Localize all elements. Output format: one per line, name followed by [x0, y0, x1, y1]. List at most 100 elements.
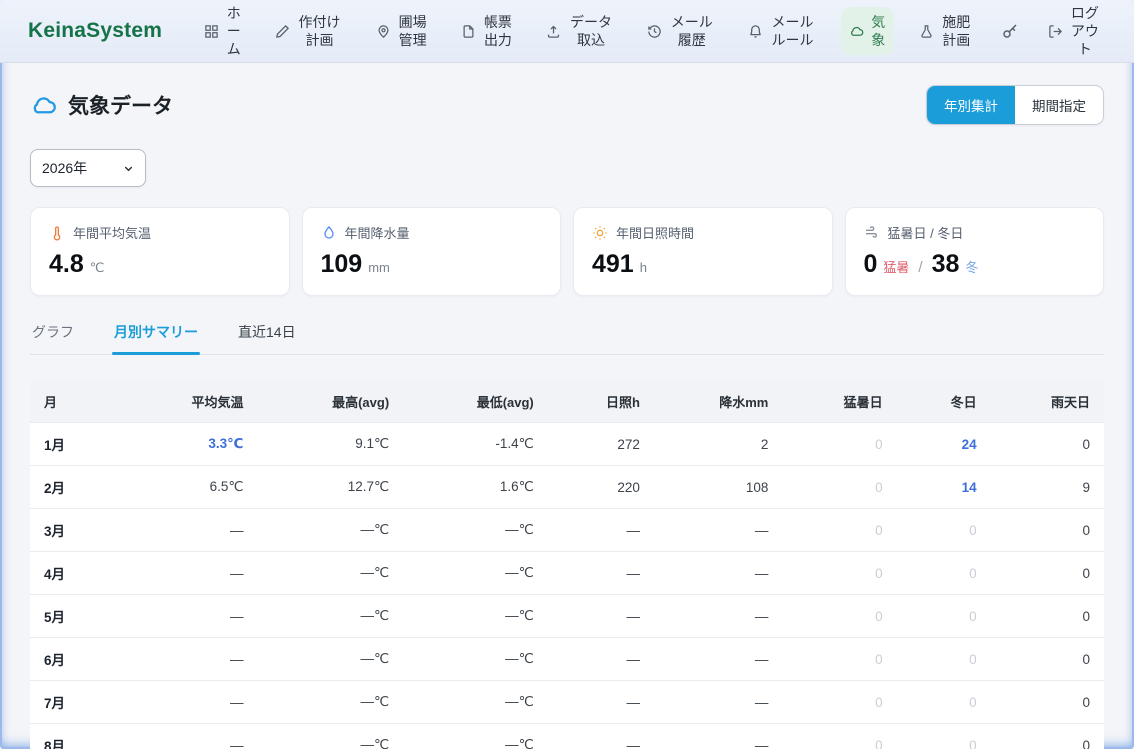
cell-rainy_days: 0 — [991, 681, 1104, 724]
nav-label: ログアウト — [1070, 4, 1100, 59]
card-value-row: 0 猛暑 / 38 冬 — [864, 250, 1086, 279]
cell-min_avg: —℃ — [403, 552, 548, 595]
navbar: KeinaSystem ホーム 作付け計画 圃場管理 帳票出力 データ取込 — [0, 0, 1134, 63]
table-row: 1月3.3℃9.1℃-1.4℃27220240 — [30, 423, 1104, 466]
card-label: 猛暑日 / 冬日 — [888, 223, 964, 242]
col-header-sunshine: 日照h — [548, 381, 654, 423]
year-select-value: 2026年 — [42, 158, 87, 178]
file-icon — [461, 24, 476, 39]
col-header-max-avg: 最高(avg) — [258, 381, 404, 423]
col-header-hot-days: 猛暑日 — [782, 381, 896, 423]
brand-logo[interactable]: KeinaSystem — [28, 19, 162, 43]
table-row: 5月——℃—℃——000 — [30, 595, 1104, 638]
year-select[interactable]: 2026年 — [30, 149, 146, 187]
cell-max_avg: —℃ — [258, 552, 404, 595]
card-sunshine: 年間日照時間 491 h — [573, 207, 833, 296]
cell-sunshine_h: — — [548, 552, 654, 595]
cell-min_avg: -1.4℃ — [403, 423, 548, 466]
card-precipitation: 年間降水量 109 mm — [302, 207, 562, 296]
nav-item-field-management[interactable]: 圃場管理 — [368, 7, 436, 55]
cell-hot_days: 0 — [782, 724, 896, 749]
wind-icon — [864, 225, 880, 241]
table-row: 7月——℃—℃——000 — [30, 681, 1104, 724]
cell-avg_temp: — — [153, 552, 257, 595]
cell-sunshine_h: 220 — [548, 466, 654, 509]
cell-max_avg: —℃ — [258, 595, 404, 638]
nav-item-mail-history[interactable]: メール履歴 — [639, 7, 723, 55]
nav-item-planting-plan[interactable]: 作付け計画 — [267, 7, 351, 55]
page-title: 気象データ — [68, 90, 173, 120]
cell-sunshine_h: — — [548, 509, 654, 552]
title-left: 気象データ — [30, 90, 173, 120]
cell-winter_days: 0 — [897, 509, 991, 552]
yearly-summary-button[interactable]: 年別集計 — [927, 86, 1015, 124]
table-row: 4月——℃—℃——000 — [30, 552, 1104, 595]
cell-avg_temp: 3.3℃ — [153, 423, 257, 466]
card-label: 年間日照時間 — [616, 223, 694, 242]
nav-label: データ取込 — [568, 13, 614, 49]
key-button[interactable] — [997, 16, 1023, 46]
nav-item-report-output[interactable]: 帳票出力 — [453, 7, 521, 55]
hot-days-value: 0 — [864, 250, 878, 279]
cell-hot_days: 0 — [782, 423, 896, 466]
cell-avg_temp: 6.5℃ — [153, 466, 257, 509]
chevron-down-icon — [123, 163, 134, 174]
tabs: グラフ 月別サマリー 直近14日 — [30, 322, 1104, 355]
cell-precip_mm: 108 — [654, 466, 782, 509]
bell-icon — [748, 24, 763, 39]
cell-rainy_days: 0 — [991, 509, 1104, 552]
year-row: 2026年 — [30, 149, 1104, 187]
cell-max_avg: —℃ — [258, 638, 404, 681]
table-row: 2月6.5℃12.7℃1.6℃2201080149 — [30, 466, 1104, 509]
card-unit: h — [640, 260, 647, 275]
cell-winter_days: 24 — [897, 423, 991, 466]
nav-item-weather[interactable]: 気象 — [841, 7, 894, 55]
winter-days-label: 冬 — [965, 257, 978, 276]
hot-days-label: 猛暑 — [883, 257, 909, 276]
nav-item-logout[interactable]: ログアウト — [1040, 0, 1108, 64]
card-avg-temp: 年間平均気温 4.8 ℃ — [30, 207, 290, 296]
grid-icon — [204, 24, 219, 39]
tab-graph[interactable]: グラフ — [30, 322, 76, 354]
nav-label: メール履歴 — [669, 13, 715, 49]
nav-item-fertilizer-plan[interactable]: 施肥計画 — [911, 7, 979, 55]
cell-precip_mm: — — [654, 552, 782, 595]
cloud-icon — [30, 92, 57, 119]
tab-monthly-summary[interactable]: 月別サマリー — [112, 322, 200, 354]
cell-sunshine_h: — — [548, 681, 654, 724]
cell-month: 2月 — [30, 466, 153, 509]
card-label-row: 猛暑日 / 冬日 — [864, 223, 1086, 242]
cell-hot_days: 0 — [782, 552, 896, 595]
cell-rainy_days: 9 — [991, 466, 1104, 509]
card-label-row: 年間平均気温 — [49, 223, 271, 242]
winter-days-value: 38 — [932, 250, 960, 279]
nav-item-home[interactable]: ホーム — [196, 0, 249, 64]
nav-item-mail-rules[interactable]: メールルール — [740, 7, 824, 55]
card-hot-winter-days: 猛暑日 / 冬日 0 猛暑 / 38 冬 — [845, 207, 1105, 296]
cell-min_avg: 1.6℃ — [403, 466, 548, 509]
cell-max_avg: 12.7℃ — [258, 466, 404, 509]
cell-winter_days: 0 — [897, 595, 991, 638]
flask-icon — [919, 24, 934, 39]
title-row: 気象データ 年別集計 期間指定 — [30, 85, 1104, 125]
thermometer-icon — [49, 225, 65, 241]
card-value: 4.8 — [49, 250, 84, 279]
cell-rainy_days: 0 — [991, 552, 1104, 595]
nav-items: ホーム 作付け計画 圃場管理 帳票出力 データ取込 メール履歴 — [196, 0, 1108, 64]
cell-min_avg: —℃ — [403, 638, 548, 681]
tab-recent-14-days[interactable]: 直近14日 — [236, 322, 298, 354]
period-specify-button[interactable]: 期間指定 — [1015, 86, 1103, 124]
col-header-min-avg: 最低(avg) — [403, 381, 548, 423]
table-header-row: 月 平均気温 最高(avg) 最低(avg) 日照h 降水mm 猛暑日 冬日 雨… — [30, 381, 1104, 423]
cell-avg_temp: — — [153, 681, 257, 724]
table-row: 6月——℃—℃——000 — [30, 638, 1104, 681]
cell-min_avg: —℃ — [403, 681, 548, 724]
cell-max_avg: —℃ — [258, 724, 404, 749]
cell-winter_days: 0 — [897, 552, 991, 595]
key-icon — [1001, 22, 1019, 40]
card-value: 109 — [321, 250, 363, 279]
cell-sunshine_h: 272 — [548, 423, 654, 466]
nav-item-data-import[interactable]: データ取込 — [538, 7, 622, 55]
map-pin-icon — [376, 24, 391, 39]
nav-label: ホーム — [226, 4, 241, 59]
